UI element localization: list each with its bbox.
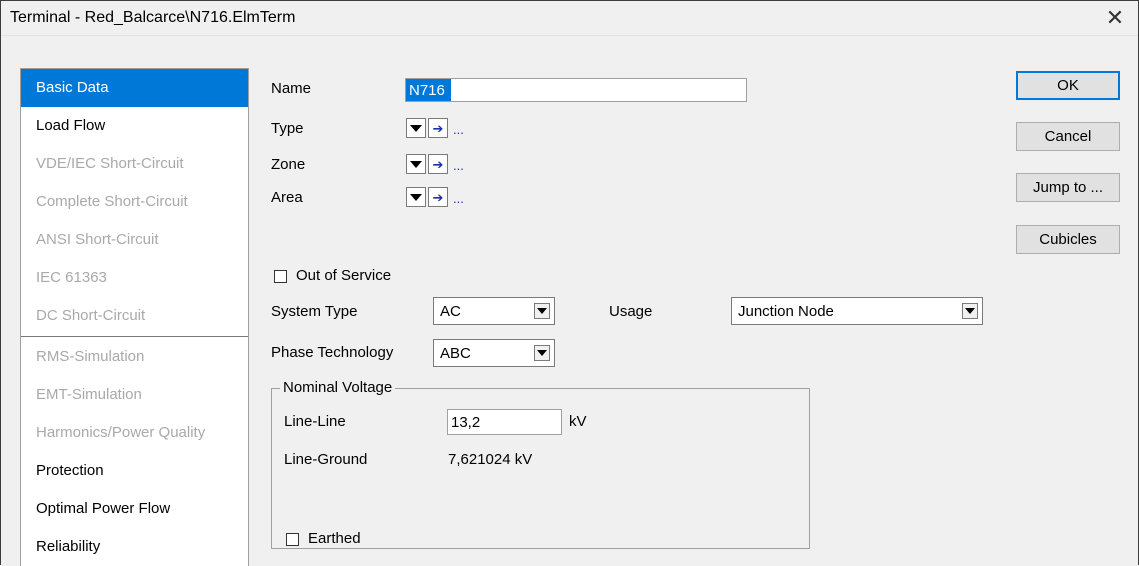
sidebar-item-optimal-power-flow[interactable]: Optimal Power Flow <box>21 490 248 528</box>
usage-select[interactable]: Junction Node <box>731 297 983 325</box>
system-type-value: AC <box>440 303 461 320</box>
phase-technology-select[interactable]: ABC <box>433 339 555 367</box>
system-type-dropdown-button[interactable] <box>534 303 550 319</box>
close-icon[interactable]: ✕ <box>1092 1 1138 35</box>
system-type-select[interactable]: AC <box>433 297 555 325</box>
arrow-right-icon: ➔ <box>432 120 444 136</box>
chevron-down-icon <box>410 124 422 132</box>
type-value: ... <box>453 122 464 137</box>
jump-to-button[interactable]: Jump to ... <box>1016 173 1120 202</box>
area-edit-button[interactable]: ➔ <box>428 187 448 207</box>
area-label: Area <box>271 189 303 206</box>
area-select-button[interactable] <box>406 187 426 207</box>
arrow-right-icon: ➔ <box>432 156 444 172</box>
chevron-down-icon <box>537 350 547 356</box>
nominal-voltage-legend: Nominal Voltage <box>280 379 396 396</box>
ok-button[interactable]: OK <box>1016 71 1120 100</box>
out-of-service-checkbox[interactable] <box>274 270 287 283</box>
sidebar-divider <box>21 336 248 337</box>
name-input[interactable] <box>405 78 747 102</box>
chevron-down-icon <box>537 308 547 314</box>
chevron-down-icon <box>410 193 422 201</box>
phase-technology-label: Phase Technology <box>271 344 394 361</box>
sidebar-item-emt-simulation[interactable]: EMT-Simulation <box>21 376 248 414</box>
sidebar-item-dc-short-circuit[interactable]: DC Short-Circuit <box>21 297 248 335</box>
usage-value: Junction Node <box>738 303 834 320</box>
phase-technology-dropdown-button[interactable] <box>534 345 550 361</box>
type-label: Type <box>271 120 304 137</box>
type-edit-button[interactable]: ➔ <box>428 118 448 138</box>
out-of-service-label: Out of Service <box>296 267 392 284</box>
zone-select-button[interactable] <box>406 154 426 174</box>
sidebar-item-rms-simulation[interactable]: RMS-Simulation <box>21 338 248 376</box>
dialog-content: Basic Data Load Flow VDE/IEC Short-Circu… <box>1 36 1138 566</box>
sidebar-item-protection[interactable]: Protection <box>21 452 248 490</box>
zone-value: ... <box>453 158 464 173</box>
zone-edit-button[interactable]: ➔ <box>428 154 448 174</box>
window-title: Terminal - Red_Balcarce\N716.ElmTerm <box>10 9 296 26</box>
name-label: Name <box>271 80 312 97</box>
cancel-button[interactable]: Cancel <box>1016 122 1120 151</box>
chevron-down-icon <box>410 160 422 168</box>
arrow-right-icon: ➔ <box>432 189 444 205</box>
zone-label: Zone <box>271 156 306 173</box>
sidebar-item-load-flow[interactable]: Load Flow <box>21 107 248 145</box>
area-value: ... <box>453 191 464 206</box>
line-line-label: Line-Line <box>284 413 346 430</box>
cubicles-button[interactable]: Cubicles <box>1016 225 1120 254</box>
sidebar-item-iec-61363[interactable]: IEC 61363 <box>21 259 248 297</box>
line-ground-value: 7,621024 kV <box>448 451 533 468</box>
phase-technology-value: ABC <box>440 345 471 362</box>
type-select-button[interactable] <box>406 118 426 138</box>
line-line-unit: kV <box>569 413 587 430</box>
system-type-label: System Type <box>271 303 358 320</box>
earthed-label: Earthed <box>308 530 361 547</box>
sidebar-item-basic-data[interactable]: Basic Data <box>21 69 248 107</box>
terminal-dialog: Terminal - Red_Balcarce\N716.ElmTerm ✕ B… <box>0 0 1139 566</box>
page-list: Basic Data Load Flow VDE/IEC Short-Circu… <box>20 68 249 566</box>
sidebar-item-harmonics-power-quality[interactable]: Harmonics/Power Quality <box>21 414 248 452</box>
line-line-voltage-input[interactable] <box>447 409 562 435</box>
usage-label: Usage <box>609 303 653 320</box>
line-ground-label: Line-Ground <box>284 451 368 468</box>
usage-dropdown-button[interactable] <box>962 303 978 319</box>
sidebar-item-vde-iec-short-circuit[interactable]: VDE/IEC Short-Circuit <box>21 145 248 183</box>
chevron-down-icon <box>965 308 975 314</box>
sidebar-item-complete-short-circuit[interactable]: Complete Short-Circuit <box>21 183 248 221</box>
sidebar-item-ansi-short-circuit[interactable]: ANSI Short-Circuit <box>21 221 248 259</box>
sidebar-item-reliability[interactable]: Reliability <box>21 528 248 566</box>
title-bar: Terminal - Red_Balcarce\N716.ElmTerm ✕ <box>1 1 1138 36</box>
earthed-checkbox[interactable] <box>286 533 299 546</box>
